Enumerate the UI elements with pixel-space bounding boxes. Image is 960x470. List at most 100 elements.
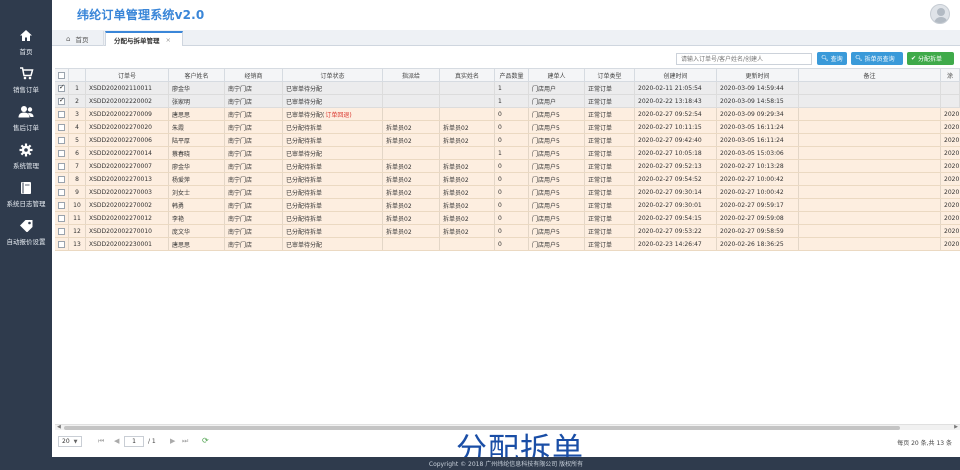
row-checkbox[interactable] [58, 136, 65, 144]
dealer-text: 南宁门店 [228, 176, 253, 184]
table-row[interactable]: 5 XSDD202002270006 陆平厚 南宁门店 已分配待拆单 拆单员02 拆单员02… [55, 134, 960, 147]
header-creator[interactable]: 建单人 [529, 69, 585, 81]
row-checkbox[interactable] [58, 162, 65, 170]
table-row[interactable]: 10 XSDD202002270002 韩勇 南宁门店 已分配待拆单 拆单员02 拆单员02… [55, 199, 960, 212]
checkbox[interactable] [58, 71, 65, 79]
close-icon[interactable]: × [166, 36, 171, 44]
table-row[interactable]: 11 XSDD202002270012 李艳 南宁门店 已分配待拆单 拆单员02 拆单员02… [55, 212, 960, 225]
scroll-right-icon[interactable]: ▶ [954, 424, 958, 430]
table-row[interactable]: 3 XSDD202002270009 唐思思 南宁门店 已审单待分配(订单回退) 0 门店用… [55, 108, 960, 121]
row-checkbox[interactable] [58, 240, 65, 248]
sidebar-item-after-sales[interactable]: 售后订单 [0, 99, 52, 137]
header-status[interactable]: 订单状态 [283, 69, 383, 81]
row-checkbox[interactable] [58, 188, 65, 196]
assign-split-button[interactable]: ✔ 分配拆单 [907, 52, 954, 65]
cell-dealer: 南宁门店 [225, 82, 283, 94]
prev-page-icon[interactable]: ◀ [114, 437, 119, 445]
order-no-text: XSDD202002270007 [89, 162, 152, 170]
row-checkbox[interactable] [58, 227, 65, 235]
table-row[interactable]: 9 XSDD202002270003 刘女士 南宁门店 已分配待拆单 拆单员02 拆单员02… [55, 186, 960, 199]
avatar[interactable] [930, 4, 950, 24]
refresh-icon[interactable]: ⟳ [202, 436, 209, 445]
table-row[interactable]: 4 XSDD202002270020 朱霞 南宁门店 已分配待拆单 拆单员02 拆单员02 0… [55, 121, 960, 134]
table-row[interactable]: 7 XSDD202002270007 廖金华 南宁门店 已分配待拆单 拆单员02 拆单员02… [55, 160, 960, 173]
query-button-label: 查询 [830, 56, 843, 63]
sidebar-item-sales-orders[interactable]: 销售订单 [0, 61, 52, 99]
table-row[interactable]: 12 XSDD202002270010 庞文华 南宁门店 已分配待拆单 拆单员02 拆单员0… [55, 225, 960, 238]
current-page-input[interactable]: 1 [124, 436, 144, 447]
sidebar-item-home[interactable]: 首页 [0, 23, 52, 61]
row-checkbox-cell[interactable] [55, 199, 69, 211]
header-real-name[interactable]: 真实姓名 [440, 69, 495, 81]
dealer-text: 南宁门店 [228, 137, 253, 145]
header-customer[interactable]: 客户姓名 [169, 69, 225, 81]
cell-create-time: 2020-02-27 09:54:15 [635, 212, 717, 224]
table-row[interactable]: 2XSDD202002220002 张家明 南宁门店 已审单待分配 1 门店用户 正常订单 2… [55, 95, 960, 108]
row-index: 1 [69, 82, 86, 94]
row-checkbox-cell[interactable] [55, 212, 69, 224]
table-row[interactable]: 1XSDD202002110011廖金华南宁门店已审单待分配1门店用户正常订单2… [55, 82, 960, 95]
header-quantity[interactable]: 产品数量 [495, 69, 529, 81]
cell-creator: 门店用户5 [529, 108, 585, 120]
header-update-time[interactable]: 更新时间 [717, 69, 799, 81]
quantity-text: 1 [498, 84, 502, 92]
row-checkbox[interactable] [58, 83, 65, 92]
customer-name-text: 韩勇 [172, 202, 185, 210]
header-create-time[interactable]: 创建时间 [635, 69, 717, 81]
tab-home[interactable]: ⌂ 首页 [58, 31, 104, 46]
first-page-icon[interactable]: ⏮ [98, 437, 104, 446]
row-checkbox[interactable] [58, 175, 65, 183]
header-order-type[interactable]: 订单类型 [585, 69, 635, 81]
order-no-text: XSDD202002270003 [89, 188, 152, 196]
toolbar: 🔍︎ 查询 🔍︎ 拆单员查询 ✔ 分配拆单 [52, 50, 960, 68]
row-checkbox[interactable] [58, 149, 65, 157]
real-name-text: 拆单员02 [443, 137, 469, 145]
create-time-text: 2020-02-27 09:54:52 [638, 175, 702, 183]
row-checkbox-cell[interactable] [55, 95, 69, 107]
header-remark[interactable]: 备注 [799, 69, 941, 81]
page-size-select[interactable]: 20 ▼ [58, 436, 82, 447]
row-checkbox-cell[interactable] [55, 82, 69, 94]
table-row[interactable]: 13 XSDD202002230001 唐思思 南宁门店 已审单待分配 0 门店用户5 正常订… [55, 238, 960, 251]
row-checkbox[interactable] [58, 123, 65, 131]
row-checkbox-cell[interactable] [55, 238, 69, 250]
order-type-text: 正常订单 [588, 241, 613, 249]
cell-order-no: XSDD202002270009 [86, 108, 169, 120]
next-page-icon[interactable]: ▶ [170, 437, 175, 445]
sidebar-item-system[interactable]: 系统管理 [0, 137, 52, 175]
row-checkbox-cell[interactable] [55, 134, 69, 146]
real-name-text: 拆单员02 [443, 176, 469, 184]
row-checkbox-cell[interactable] [55, 108, 69, 120]
last-page-icon[interactable]: ⏭ [182, 437, 188, 446]
table-row[interactable]: 8 XSDD202002270013 杨爱萍 南宁门店 已分配待拆单 拆单员02 拆单员02… [55, 173, 960, 186]
row-checkbox[interactable] [58, 201, 65, 209]
cell-customer-name: 刘女士 [169, 186, 225, 198]
row-checkbox-cell[interactable] [55, 121, 69, 133]
row-checkbox[interactable] [58, 214, 65, 222]
header-order-no[interactable]: 订单号 [86, 69, 169, 81]
row-checkbox-cell[interactable] [55, 186, 69, 198]
sidebar-item-logs[interactable]: 系统日志管理 [0, 175, 52, 213]
select-all-checkbox[interactable] [55, 69, 69, 81]
row-checkbox-cell[interactable] [55, 173, 69, 185]
orders-table: 订单号 客户姓名 经销商 订单状态 指派给 真实姓名 产品数量 建单人 订单类型… [55, 68, 960, 423]
table-row[interactable]: 6 XSDD202002270014 蔡春晓 南宁门店 已审单待分配 1 门店用户5 正常订单… [55, 147, 960, 160]
header-extra[interactable]: 涂 [941, 69, 960, 81]
row-checkbox-cell[interactable] [55, 160, 69, 172]
sidebar-item-auto-quote[interactable]: 自动报价设置 [0, 213, 52, 251]
row-checkbox[interactable] [58, 96, 65, 105]
header-assigned-to[interactable]: 指派给 [383, 69, 440, 81]
cell-create-time: 2020-02-27 09:52:13 [635, 160, 717, 172]
real-name-text: 拆单员02 [443, 163, 469, 171]
scroll-left-icon[interactable]: ◀ [57, 424, 61, 430]
split-query-button[interactable]: 🔍︎ 拆单员查询 [851, 52, 903, 65]
query-button[interactable]: 🔍︎ 查询 [817, 52, 847, 65]
tab-assign-split[interactable]: 分配与拆单管理 × [105, 31, 183, 46]
cell-remark [799, 147, 941, 159]
row-checkbox-cell[interactable] [55, 225, 69, 237]
header-dealer[interactable]: 经销商 [225, 69, 283, 81]
row-checkbox-cell[interactable] [55, 147, 69, 159]
search-input[interactable] [676, 53, 812, 65]
row-checkbox[interactable] [58, 110, 65, 118]
assigned-to-text: 拆单员02 [386, 202, 412, 210]
